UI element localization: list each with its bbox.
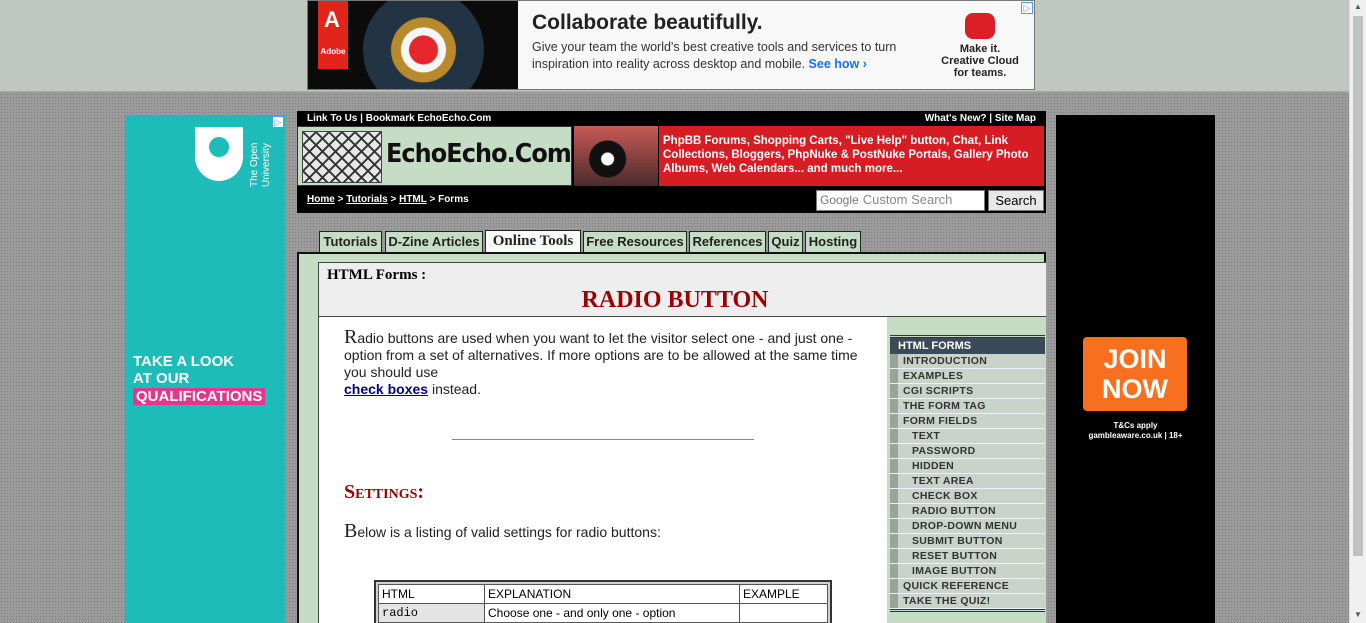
- scroll-down-icon[interactable]: ▼: [1354, 610, 1362, 619]
- menu-item-password[interactable]: PASSWORD: [890, 444, 1045, 459]
- penguin-image[interactable]: [574, 126, 658, 186]
- join-now-button[interactable]: JOIN NOW: [1083, 337, 1187, 411]
- ad-see-how-link[interactable]: See how ›: [809, 57, 867, 71]
- search-button[interactable]: Search: [988, 190, 1044, 211]
- menu-item-examples[interactable]: EXAMPLES: [890, 369, 1045, 384]
- menu-item-drop-down-menu[interactable]: DROP-DOWN MENU: [890, 519, 1045, 534]
- ad-body: Give your team the world's best creative…: [532, 40, 897, 71]
- title-box: HTML Forms : RADIO BUTTON: [318, 262, 1046, 317]
- table-header: EXPLANATION: [484, 584, 740, 604]
- settings-heading: Settings:: [344, 481, 425, 503]
- breadcrumb: Home > Tutorials > HTML > Forms: [307, 194, 469, 205]
- bookmark-link[interactable]: Bookmark EchoEcho.Com: [366, 113, 492, 124]
- ad-terms: T&Cs apply gambleaware.co.uk | 18+: [1088, 421, 1183, 440]
- scroll-up-icon[interactable]: ▲: [1354, 2, 1362, 11]
- search-input[interactable]: Google Custom Search: [816, 190, 985, 211]
- table-cell: radio: [378, 603, 485, 623]
- section-label: HTML Forms :: [327, 267, 427, 283]
- tab-online-tools[interactable]: Online Tools: [485, 230, 581, 254]
- settings-paragraph: Below is a listing of valid settings for…: [344, 520, 661, 542]
- content-frame: HTML Forms : RADIO BUTTON Radio buttons …: [297, 252, 1046, 623]
- site-logo[interactable]: EchoEcho.Com: [297, 126, 572, 186]
- open-university-name: The Open University: [249, 142, 272, 187]
- creative-cloud-icon: [965, 13, 995, 39]
- adobe-logo: A Adobe: [318, 1, 348, 69]
- top-banner-ad[interactable]: A Adobe Collaborate beautifully. Give you…: [307, 0, 1035, 90]
- search-placeholder: Custom Search: [862, 192, 953, 207]
- breadcrumb-home[interactable]: Home: [307, 194, 335, 205]
- tab-references[interactable]: References: [689, 231, 766, 252]
- table-row: radio Choose one - and only one - option: [378, 603, 828, 623]
- site-header: Link To Us | Bookmark EchoEcho.Com What'…: [297, 111, 1046, 213]
- open-university-logo-icon: [195, 127, 243, 181]
- menu-item-radio-button[interactable]: RADIO BUTTON: [890, 504, 1045, 519]
- tab-hosting[interactable]: Hosting: [805, 231, 861, 252]
- table-header: EXAMPLE: [739, 584, 828, 604]
- tab-tutorials[interactable]: Tutorials: [319, 231, 382, 252]
- divider: [452, 439, 754, 440]
- check-boxes-link[interactable]: check boxes: [344, 381, 428, 397]
- menu-item-check-box[interactable]: CHECK BOX: [890, 489, 1045, 504]
- breadcrumb-current: Forms: [438, 194, 469, 205]
- menu-item-hidden[interactable]: HIDDEN: [890, 459, 1045, 474]
- menu-item-cgi-scripts[interactable]: CGI SCRIPTS: [890, 384, 1045, 399]
- menu-item-quick-reference[interactable]: QUICK REFERENCE: [890, 579, 1045, 594]
- settings-table: HTML EXPLANATION EXAMPLE radio Choose on…: [374, 580, 832, 623]
- link-to-us-link[interactable]: Link To Us: [307, 113, 357, 124]
- left-side-ad[interactable]: The Open University TAKE A LOOK AT OUR Q…: [125, 115, 285, 623]
- menu-item-reset-button[interactable]: RESET BUTTON: [890, 549, 1045, 564]
- article-body: Radio buttons are used when you want to …: [318, 317, 888, 623]
- google-logo: Google: [820, 193, 859, 207]
- site-map-link[interactable]: Site Map: [995, 113, 1036, 124]
- ad-text: TAKE A LOOK AT OUR QUALIFICATIONS: [133, 353, 266, 405]
- menu-item-form-fields[interactable]: FORM FIELDS: [890, 414, 1045, 429]
- header-links-left: Link To Us | Bookmark EchoEcho.Com: [307, 113, 492, 124]
- tab-dzine-articles[interactable]: D-Zine Articles: [385, 231, 483, 252]
- breadcrumb-html[interactable]: HTML: [399, 194, 427, 205]
- adchoices-icon[interactable]: ▷: [272, 116, 284, 128]
- ad-headline: Collaborate beautifully.: [532, 11, 763, 34]
- menu-item-form-tag[interactable]: THE FORM TAG: [890, 399, 1045, 414]
- promo-banner[interactable]: PhpBB Forums, Shopping Carts, "Live Help…: [659, 126, 1044, 186]
- scrollbar-thumb[interactable]: [1353, 16, 1363, 556]
- header-links-right: What's New? | Site Map: [924, 113, 1036, 124]
- menu-divider: [890, 609, 1045, 612]
- table-header-row: HTML EXPLANATION EXAMPLE: [378, 584, 828, 604]
- html-forms-menu: HTML FORMS INTRODUCTION EXAMPLES CGI SCR…: [887, 317, 1046, 623]
- table-cell: Choose one - and only one - option: [484, 603, 740, 623]
- menu-heading: HTML FORMS: [890, 338, 1045, 354]
- adchoices-icon[interactable]: ▷: [1021, 2, 1033, 14]
- table-cell: [739, 603, 828, 623]
- logo-text: EchoEcho.Com: [386, 139, 572, 169]
- page-title: RADIO BUTTON: [581, 287, 769, 313]
- tab-free-resources[interactable]: Free Resources: [583, 231, 687, 252]
- menu-item-image-button[interactable]: IMAGE BUTTON: [890, 564, 1045, 579]
- ad-tagline: Make it. Creative Cloud for teams.: [938, 13, 1022, 79]
- menu-item-submit-button[interactable]: SUBMIT BUTTON: [890, 534, 1045, 549]
- vertical-scrollbar[interactable]: ▲ ▼: [1349, 0, 1366, 623]
- right-side-ad[interactable]: JOIN NOW T&Cs apply gambleaware.co.uk | 1…: [1056, 115, 1215, 623]
- table-header: HTML: [378, 584, 485, 604]
- menu-item-text-area[interactable]: TEXT AREA: [890, 474, 1045, 489]
- menu-item-introduction[interactable]: INTRODUCTION: [890, 354, 1045, 369]
- echo-tiles-icon: [302, 131, 382, 183]
- intro-paragraph: Radio buttons are used when you want to …: [344, 326, 858, 397]
- menu-item-take-the-quiz[interactable]: TAKE THE QUIZ!: [890, 594, 1045, 609]
- menu-item-text[interactable]: TEXT: [890, 429, 1045, 444]
- whats-new-link[interactable]: What's New?: [925, 113, 987, 124]
- breadcrumb-tutorials[interactable]: Tutorials: [346, 194, 387, 205]
- tab-quiz[interactable]: Quiz: [768, 231, 803, 252]
